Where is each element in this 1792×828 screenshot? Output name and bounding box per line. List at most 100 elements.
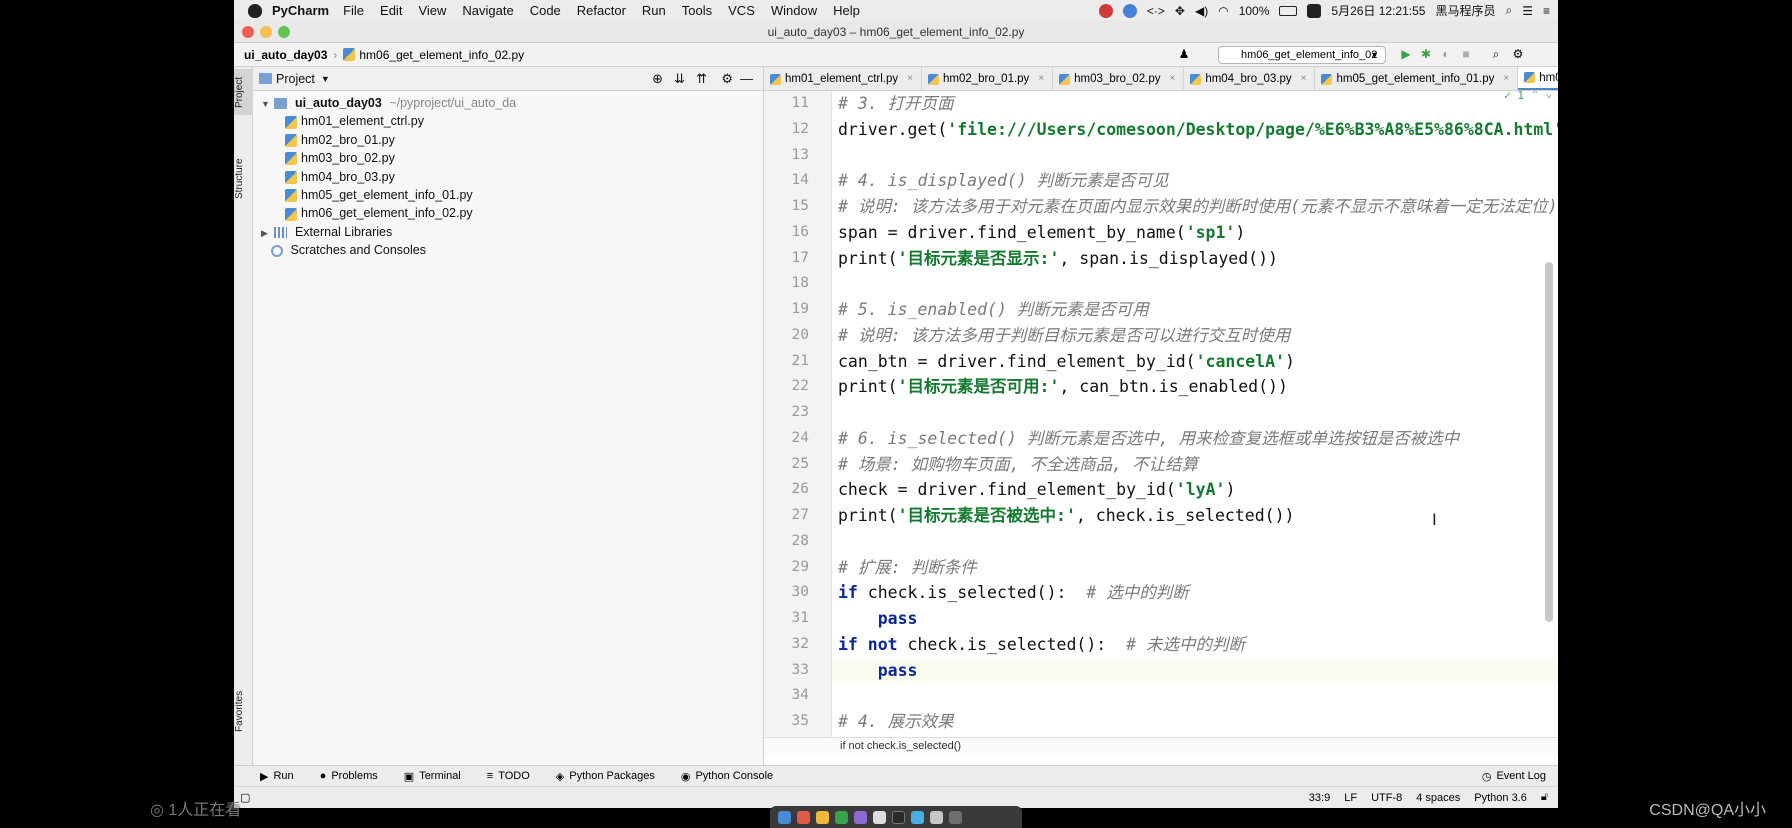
code-line[interactable]: # 扩展: 判断条件 — [832, 555, 1558, 581]
line-number[interactable]: 11 — [764, 91, 831, 117]
terminal-tool-button[interactable]: ▣ Terminal — [404, 770, 461, 783]
todo-tool-button[interactable]: ≡ TODO — [487, 770, 530, 782]
input-method-icon[interactable] — [1307, 3, 1322, 18]
close-tab-icon[interactable]: × — [907, 67, 913, 90]
code-line[interactable]: # 4. is_displayed() 判断元素是否可见 — [832, 168, 1558, 194]
line-number[interactable]: 35 — [764, 709, 831, 735]
line-number[interactable]: 17 — [764, 246, 831, 272]
volume-icon[interactable]: ◀) — [1195, 4, 1208, 18]
close-tab-icon[interactable]: × — [1503, 67, 1509, 90]
toggle-tool-windows-icon[interactable]: ▢ — [240, 791, 250, 804]
tree-file-item[interactable]: hm02_bro_01.py — [253, 131, 763, 149]
zoom-window-icon[interactable] — [278, 26, 290, 38]
dock-app-icon[interactable] — [797, 810, 810, 824]
editor-tab[interactable]: hm06_get_element_info_02.py — [1518, 67, 1558, 90]
python-console-tool-button[interactable]: ◉ Python Console — [681, 770, 773, 783]
close-tab-icon[interactable]: × — [1169, 67, 1175, 90]
editor-tab[interactable]: hm01_element_ctrl.py × — [764, 67, 922, 90]
project-tool-tab[interactable]: Project — [234, 69, 253, 115]
hide-panel-icon[interactable]: — — [740, 71, 753, 86]
control-center-icon[interactable]: ☰ — [1522, 4, 1533, 18]
battery-icon[interactable] — [1279, 5, 1298, 16]
code-line[interactable]: driver.get('file:///Users/comesoon/Deskt… — [832, 117, 1558, 143]
lock-icon[interactable]: 🔓︎ — [1541, 791, 1548, 804]
code-breadcrumb[interactable]: if not check.is_selected() — [764, 737, 1558, 755]
favorites-tool-tab[interactable]: Favorites — [234, 685, 253, 737]
editor-tab[interactable]: hm03_bro_02.py × — [1053, 67, 1185, 90]
line-number[interactable]: 16 — [764, 220, 831, 246]
line-number[interactable]: 19 — [764, 297, 831, 323]
chevron-up-icon[interactable]: ⌃ — [1532, 91, 1538, 100]
line-number[interactable]: 15 — [764, 194, 831, 220]
code-line[interactable]: if check.is_selected(): # 选中的判断 — [832, 580, 1558, 606]
line-number[interactable]: 14 — [764, 168, 831, 194]
line-number[interactable]: 21 — [764, 349, 831, 375]
editor-tab[interactable]: hm05_get_element_info_01.py × — [1315, 67, 1519, 90]
python-packages-tool-button[interactable]: ◈ Python Packages — [556, 770, 655, 783]
editor-tab[interactable]: hm02_bro_01.py × — [922, 67, 1054, 90]
locate-icon[interactable]: ⊕ — [652, 71, 663, 87]
coverage-icon[interactable]: ◐ — [1440, 48, 1452, 60]
status-line-separator[interactable]: LF — [1344, 792, 1357, 804]
code-line[interactable]: # 场景: 如购物车页面, 不全选商品, 不让结算 — [832, 452, 1558, 478]
line-number[interactable]: 22 — [764, 374, 831, 400]
line-number[interactable]: 28 — [764, 529, 831, 555]
pause-icon[interactable] — [1122, 3, 1137, 18]
tree-scratches[interactable]: Scratches and Consoles — [253, 241, 763, 259]
inspection-count[interactable]: ✓ 1 — [1504, 91, 1524, 102]
tree-file-item[interactable]: hm03_bro_02.py — [253, 149, 763, 167]
project-view-select[interactable]: Project — [276, 72, 315, 86]
code-line[interactable]: print('目标元素是否可用:', can_btn.is_enabled()) — [832, 374, 1558, 400]
line-number[interactable]: 24 — [764, 426, 831, 452]
code-line[interactable]: pass — [832, 657, 1558, 684]
line-number[interactable]: 23 — [764, 400, 831, 426]
dock-app-icon[interactable] — [778, 810, 791, 824]
line-number[interactable]: 13 — [764, 143, 831, 169]
code-line[interactable]: print('目标元素是否显示:', span.is_displayed()) — [832, 246, 1558, 272]
record-icon[interactable] — [1098, 3, 1113, 18]
menu-item-help[interactable]: Help — [833, 3, 860, 18]
menu-item-edit[interactable]: Edit — [380, 3, 402, 18]
menu-item-vcs[interactable]: VCS — [728, 3, 755, 18]
line-number[interactable]: 25 — [764, 452, 831, 478]
tree-file-item[interactable]: hm04_bro_03.py — [253, 168, 763, 186]
app-menu[interactable]: PyCharm — [272, 3, 329, 18]
tree-file-item[interactable]: hm05_get_element_info_01.py — [253, 186, 763, 204]
line-number[interactable]: 30 — [764, 580, 831, 606]
code-line[interactable]: if not check.is_selected(): # 未选中的判断 — [832, 632, 1558, 658]
expand-all-icon[interactable]: ⇊ — [674, 71, 685, 87]
dock-app-icon[interactable] — [930, 810, 943, 824]
line-number[interactable]: 20 — [764, 323, 831, 349]
status-indent[interactable]: 4 spaces — [1416, 792, 1460, 804]
status-interpreter[interactable]: Python 3.6 — [1474, 792, 1527, 804]
code-line[interactable]: # 6. is_selected() 判断元素是否选中, 用来检查复选框或单选按… — [832, 426, 1558, 452]
tree-root[interactable]: ▼ ui_auto_day03 ~/pyproject/ui_auto_da — [253, 94, 763, 112]
stop-icon[interactable]: ■ — [1460, 48, 1472, 60]
vcs-user-icon[interactable]: ♟ — [1178, 48, 1190, 60]
line-number[interactable]: 26 — [764, 477, 831, 503]
dock-app-icon[interactable] — [835, 810, 848, 824]
status-encoding[interactable]: UTF-8 — [1371, 792, 1402, 804]
code-line[interactable]: can_btn = driver.find_element_by_id('can… — [832, 349, 1558, 375]
code-line[interactable] — [832, 683, 1558, 709]
run-icon[interactable]: ▶ — [1400, 48, 1412, 60]
nav-project[interactable]: ui_auto_day03 — [244, 48, 327, 62]
menu-item-navigate[interactable]: Navigate — [462, 3, 513, 18]
search-icon[interactable]: ⌕ — [1490, 48, 1502, 60]
line-number[interactable]: 33 — [764, 658, 831, 684]
editor-tab[interactable]: hm04_bro_03.py × — [1184, 67, 1316, 90]
dock-app-icon[interactable] — [816, 810, 829, 824]
problems-tool-button[interactable]: ● Problems — [320, 770, 378, 782]
close-tab-icon[interactable]: × — [1301, 67, 1307, 90]
tree-file-item[interactable]: hm01_element_ctrl.py — [253, 112, 763, 130]
apple-icon[interactable] — [248, 3, 262, 18]
debug-icon[interactable]: ✱ — [1420, 48, 1432, 60]
spotlight-icon[interactable]: ⌕ — [1505, 3, 1512, 18]
code-line[interactable]: check = driver.find_element_by_id('lyA') — [832, 477, 1558, 503]
code-line[interactable]: # 5. is_enabled() 判断元素是否可用 — [832, 297, 1558, 323]
editor-scrollbar[interactable] — [1545, 262, 1553, 622]
settings-icon[interactable]: ⚙ — [1512, 48, 1524, 60]
status-position[interactable]: 33:9 — [1309, 792, 1330, 804]
line-number[interactable]: 32 — [764, 632, 831, 658]
wifi-icon[interactable]: ◠ — [1218, 4, 1228, 18]
